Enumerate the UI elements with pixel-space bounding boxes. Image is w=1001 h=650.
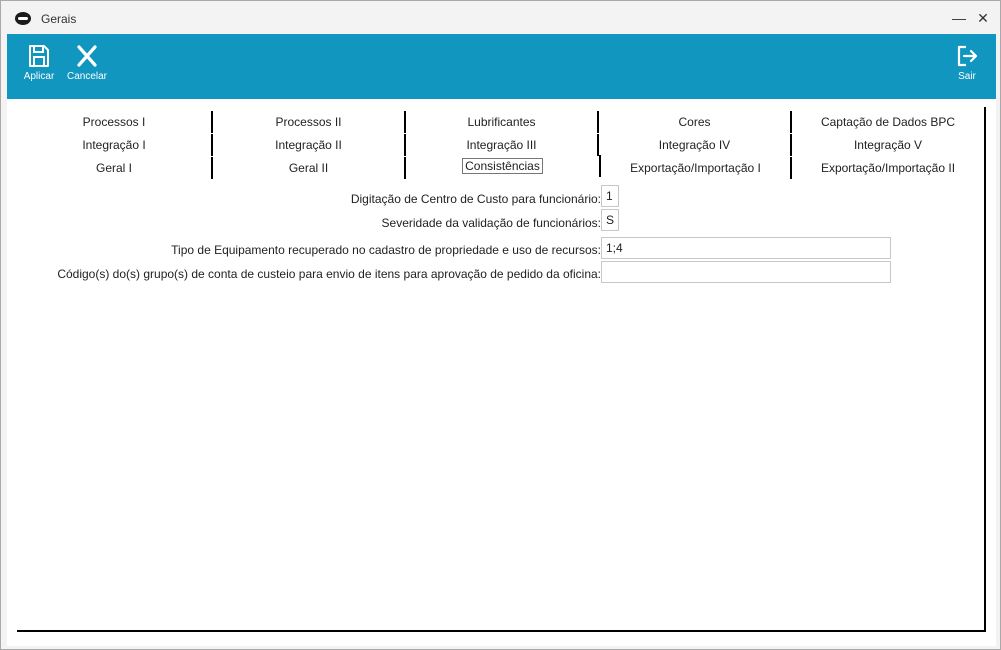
tab-label: Exportação/Importação II	[820, 161, 956, 175]
close-button[interactable]: ✕	[975, 10, 991, 26]
tab-integracao-i[interactable]: Integração I	[17, 134, 213, 156]
toolbar: Aplicar Cancelar Sair	[7, 34, 996, 99]
tab-geral-ii[interactable]: Geral II	[213, 157, 406, 179]
tab-label: Integração I	[82, 138, 146, 152]
tab-label: Consistências	[462, 158, 543, 174]
close-x-icon	[77, 45, 97, 67]
cost-center-label: Digitação de Centro de Custo para funcio…	[350, 192, 601, 206]
minimize-button[interactable]: —	[951, 10, 967, 26]
exit-label: Sair	[958, 71, 976, 82]
severity-field[interactable]: S	[601, 209, 619, 231]
tab-geral-i[interactable]: Geral I	[17, 157, 213, 179]
tab-integracao-ii[interactable]: Integração II	[213, 134, 406, 156]
account-group-field[interactable]	[601, 261, 891, 283]
equipment-type-field[interactable]: 1;4	[601, 237, 891, 259]
tab-exportacao-importacao-ii[interactable]: Exportação/Importação II	[792, 157, 986, 179]
cancel-label: Cancelar	[66, 71, 108, 82]
apply-label: Aplicar	[23, 71, 55, 82]
tab-label: Captação de Dados BPC	[820, 115, 956, 129]
tab-label: Integração III	[466, 138, 537, 152]
app-logo-icon	[15, 12, 31, 25]
tab-exportacao-importacao-i[interactable]: Exportação/Importação I	[601, 157, 792, 179]
settings-window: Gerais — ✕ Aplicar Cancelar Sair Process…	[0, 0, 1001, 650]
tab-label: Exportação/Importação I	[630, 161, 761, 175]
exit-icon	[957, 45, 978, 67]
tab-lubrificantes[interactable]: Lubrificantes	[406, 111, 599, 133]
apply-button[interactable]: Aplicar	[19, 34, 59, 99]
tab-processos-i[interactable]: Processos I	[17, 111, 213, 133]
tab-cores[interactable]: Cores	[599, 111, 792, 133]
tab-integracao-iii[interactable]: Integração III	[406, 134, 599, 156]
tab-label: Geral II	[288, 161, 329, 175]
tab-panel	[17, 107, 986, 632]
tab-label: Geral I	[95, 161, 132, 175]
content-area: Processos I Processos II Lubrificantes C…	[7, 99, 996, 646]
exit-button[interactable]: Sair	[952, 34, 982, 99]
tab-label: Lubrificantes	[467, 115, 536, 129]
tab-integracao-v[interactable]: Integração V	[792, 134, 986, 156]
tab-label: Integração V	[853, 138, 923, 152]
tab-label: Processos II	[275, 115, 342, 129]
equipment-type-label: Tipo de Equipamento recuperado no cadast…	[171, 243, 601, 257]
tab-label: Integração IV	[658, 138, 731, 152]
tab-processos-ii[interactable]: Processos II	[213, 111, 406, 133]
tab-label: Cores	[678, 115, 711, 129]
title-bar: Gerais — ✕	[1, 1, 1000, 34]
tab-label: Integração II	[275, 138, 342, 152]
account-group-label: Código(s) do(s) grupo(s) de conta de cus…	[57, 267, 601, 281]
tab-integracao-iv[interactable]: Integração IV	[599, 134, 792, 156]
cost-center-field[interactable]: 1	[601, 185, 619, 207]
save-icon	[29, 45, 49, 67]
tab-label: Processos I	[82, 115, 146, 129]
tab-consistencias[interactable]: Consistências	[406, 155, 601, 177]
tab-captacao-dados-bpc[interactable]: Captação de Dados BPC	[792, 111, 986, 133]
severity-label: Severidade da validação de funcionários:	[381, 216, 601, 230]
cancel-button[interactable]: Cancelar	[65, 34, 109, 99]
window-title: Gerais	[41, 12, 77, 26]
